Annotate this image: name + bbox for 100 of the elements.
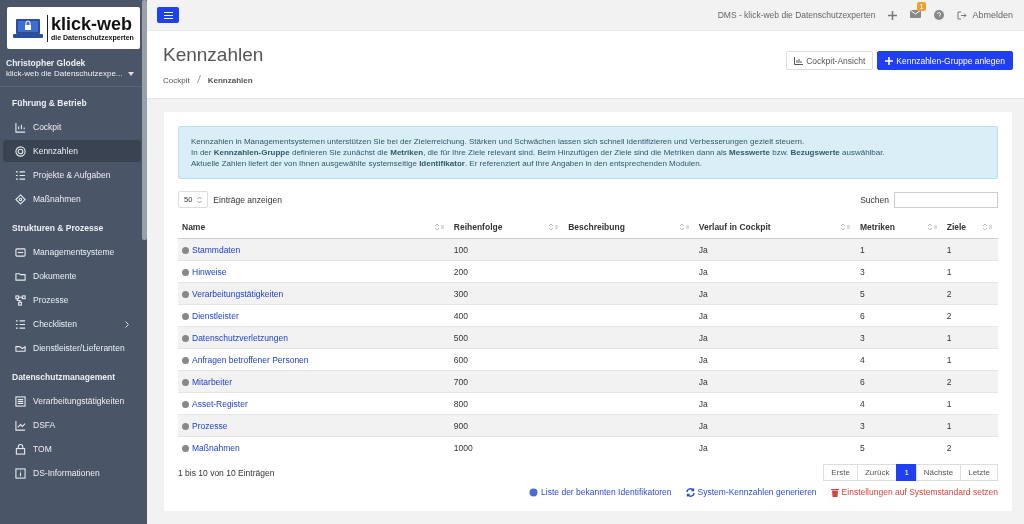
table-cell: 3 — [859, 420, 865, 431]
search-field[interactable] — [894, 191, 998, 208]
status-dot — [182, 400, 189, 408]
create-group-button[interactable]: Kennzahlen-Gruppe anlegen — [877, 51, 1013, 70]
table-cell: 6 — [859, 376, 865, 387]
status-dot — [182, 334, 189, 342]
sidebar-item[interactable]: Cockpit — [3, 116, 141, 138]
sidebar-item[interactable]: Kennzahlen — [3, 140, 141, 162]
table-cell: 3 — [859, 332, 865, 343]
table-cell: Ja — [698, 354, 708, 365]
row-link[interactable]: Stammdaten — [192, 244, 241, 255]
table-cell: 300 — [453, 288, 468, 299]
plus-icon — [885, 56, 894, 65]
table-cell: 2 — [946, 288, 952, 299]
scrollbar[interactable] — [142, 0, 147, 240]
table-cell: 4 — [859, 398, 865, 409]
table-cell: Ja — [698, 376, 708, 387]
sort-icon — [982, 223, 992, 231]
table-cell: Ja — [698, 244, 708, 255]
action-link[interactable]: System-Kennzahlen generieren — [685, 487, 817, 497]
row-link[interactable]: Anfragen betroffener Personen — [192, 354, 309, 365]
sidebar-item[interactable]: Dokumente — [3, 265, 141, 287]
sidebar-item[interactable]: DSFA — [3, 414, 141, 436]
table-cell: 100 — [453, 244, 468, 255]
sort-icon — [926, 223, 937, 231]
column-header[interactable]: Metriken — [855, 216, 943, 239]
laptop-lock-icon — [13, 17, 43, 39]
sidebar-item[interactable]: TOM — [3, 438, 141, 460]
table-cell: 800 — [453, 398, 468, 409]
pagination-button[interactable]: Nächste — [915, 464, 962, 481]
table-cell: Ja — [698, 266, 708, 277]
sidebar-item[interactable]: Projekte & Aufgaben — [3, 164, 141, 186]
table-cell: 5 — [859, 288, 865, 299]
table-cell: 5 — [859, 442, 865, 453]
column-header[interactable]: Beschreibung — [564, 216, 695, 239]
column-header[interactable]: Name — [178, 216, 450, 239]
table-info: 1 bis 10 von 10 Einträgen — [178, 467, 275, 478]
table-cell: 2 — [946, 442, 952, 453]
sidebar-item[interactable]: Prozesse — [3, 289, 141, 311]
section-heading: Strukturen & Prozesse — [11, 222, 105, 235]
table-cell: 400 — [453, 310, 468, 321]
doc-icon — [15, 395, 26, 407]
cockpit-view-button[interactable]: Cockpit-Ansicht — [786, 51, 874, 70]
plus-icon[interactable] — [888, 10, 898, 20]
table-cell: Ja — [698, 398, 708, 409]
pagination-button[interactable]: 1 — [896, 464, 917, 481]
status-dot — [182, 356, 189, 364]
section-heading: Datenschutzmanagement — [11, 371, 116, 384]
action-link[interactable]: Liste der bekannten Identifikatoren — [529, 487, 672, 497]
sidebar-item[interactable]: Maßnahmen — [3, 188, 141, 210]
pagination-button[interactable]: Letzte — [960, 464, 998, 481]
breadcrumb-link[interactable]: Cockpit — [163, 76, 190, 85]
status-dot — [182, 444, 189, 452]
action-link[interactable]: Einstellungen auf Systemstandard setzen — [830, 487, 998, 497]
help-icon[interactable] — [934, 10, 945, 20]
column-header[interactable]: Ziele — [942, 216, 998, 239]
row-link[interactable]: Mitarbeiter — [192, 376, 233, 387]
list-icon — [15, 169, 26, 181]
sidebar-item[interactable]: DS-Informationen — [3, 462, 141, 484]
info-text: Aktuelle Zahlen liefert der von Ihnen ausgewählte systemseitige Identifikator. Er referenziert auf Ihre Angaben in den entsprechenden Modulen. — [191, 158, 703, 169]
mail-icon[interactable] — [910, 10, 922, 18]
sort-icon — [433, 223, 444, 231]
row-link[interactable]: Asset-Register — [192, 398, 248, 409]
updown-icon — [197, 195, 203, 204]
column-header[interactable]: Reihenfolge — [449, 216, 565, 239]
pagination-button[interactable]: Zurück — [856, 464, 898, 481]
column-header[interactable]: Verlauf in Cockpit — [694, 216, 856, 239]
sidebar-item[interactable]: Verarbeitungstätigkeiten — [3, 390, 141, 412]
row-link[interactable]: Hinweise — [192, 266, 227, 277]
refresh-icon — [685, 487, 695, 497]
breadcrumb-current: Kennzahlen — [207, 76, 253, 85]
app-title: DMS - klick-web die Datenschutzexperten — [717, 10, 876, 20]
table-cell: 3 — [859, 266, 865, 277]
sidebar-item[interactable]: Checklisten — [3, 313, 141, 335]
user-name: Christopher Glodek — [6, 58, 87, 68]
status-dot — [182, 268, 189, 276]
table-cell: Ja — [698, 332, 708, 343]
target-icon — [15, 145, 26, 157]
row-link[interactable]: Datenschutzverletzungen — [192, 332, 288, 343]
trend-icon — [15, 419, 26, 431]
table-cell: 2 — [946, 376, 952, 387]
row-link[interactable]: Maßnahmen — [192, 442, 240, 453]
organization-dropdown[interactable]: klick-web die Datenschutzexpe... — [6, 69, 141, 78]
row-link[interactable]: Dienstleister — [192, 310, 239, 321]
menu-icon — [163, 11, 173, 19]
logout-link[interactable]: Abmelden — [957, 10, 1013, 20]
table-cell: 700 — [453, 376, 468, 387]
pagination-button[interactable]: Erste — [823, 464, 858, 481]
info-text: In der Kennzahlen-Gruppe definieren Sie zunächst die Metriken, die für Ihre Ziele relevant sind. Beim Hinzufügen der Ziele sind die Metriken dann als Messwerte bzw. Bezugswerte auswählbar. — [191, 147, 886, 158]
sidebar-item[interactable]: Managementsysteme — [3, 241, 141, 263]
search-label: Suchen — [860, 194, 889, 205]
row-link[interactable]: Verarbeitungstätigkeiten — [192, 288, 284, 299]
logout-icon — [957, 10, 968, 20]
sidebar-item[interactable]: Dienstleister/Lieferanten — [3, 337, 141, 359]
table-cell: 600 — [453, 354, 468, 365]
row-link[interactable]: Prozesse — [192, 420, 228, 431]
menu-button[interactable] — [157, 7, 179, 23]
table-cell: 1 — [946, 244, 952, 255]
lock-icon — [15, 443, 26, 455]
table-cell: 200 — [453, 266, 468, 277]
